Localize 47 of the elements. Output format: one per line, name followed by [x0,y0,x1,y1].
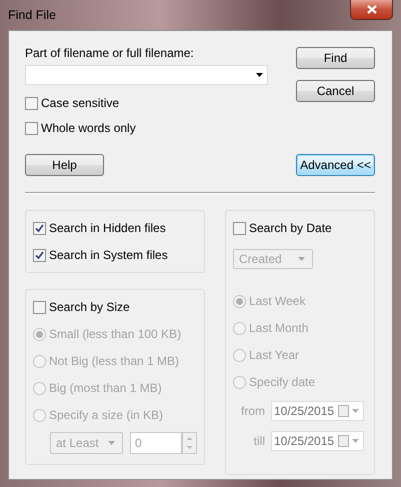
dropdown-arrow-icon [256,73,263,77]
checkbox-label: Whole words only [41,121,136,136]
checkbox[interactable] [33,248,46,262]
close-icon [366,5,376,14]
window-title: Find File [8,8,56,22]
filename-combo[interactable] [25,65,268,85]
date-field[interactable]: 10/25/2015 [271,401,364,421]
calendar-icon [338,435,360,447]
radio-label: Last Week [249,294,306,309]
radio-label: Specify a size (in KB) [49,408,164,423]
dropdown-arrow-icon [298,257,305,261]
radio-button[interactable] [33,328,46,341]
checkbox[interactable] [25,122,38,135]
checkbox[interactable] [33,222,46,234]
date-field[interactable]: 10/25/2015 [271,431,364,451]
checkbox-label: Search in Hidden files [49,220,166,236]
spinner-icon[interactable] [182,432,197,454]
checkbox-label: Case sensitive [41,96,120,111]
radio-button[interactable] [233,322,246,335]
radio-label: Last Year [249,348,300,363]
checkbox-label: Search in System files [49,248,168,262]
checkbox[interactable] [33,301,46,314]
dropdown-arrow-icon [108,441,115,445]
push-button[interactable]: Cancel [296,80,375,102]
date-label: from [241,404,265,418]
push-button[interactable]: Find [296,47,375,69]
radio-button[interactable] [33,355,46,368]
push-button[interactable]: Advanced << [296,154,375,176]
radio-label: Specify date [249,375,316,390]
radio-label: Not Big (less than 1 MB) [49,354,180,369]
checkbox-label: Search by Date [249,221,332,236]
radio-button[interactable] [33,382,46,395]
checkbox[interactable] [233,222,246,235]
calendar-icon [338,405,360,417]
date-label: till [254,434,265,448]
field-label: Part of filename or full filename: [25,46,195,61]
radio-button[interactable] [233,349,246,362]
close-button[interactable] [350,0,393,20]
radio-label: Small (less than 100 KB) [49,327,182,342]
radio-label: Last Month [249,321,308,336]
checkbox[interactable] [25,97,38,110]
radio-label: Big (most than 1 MB) [49,381,162,396]
radio-button[interactable] [33,409,46,422]
radio-button[interactable] [233,376,246,389]
checkbox-label: Search by Size [49,300,130,315]
radio-button[interactable] [233,295,246,308]
push-button[interactable]: Help [25,154,104,176]
